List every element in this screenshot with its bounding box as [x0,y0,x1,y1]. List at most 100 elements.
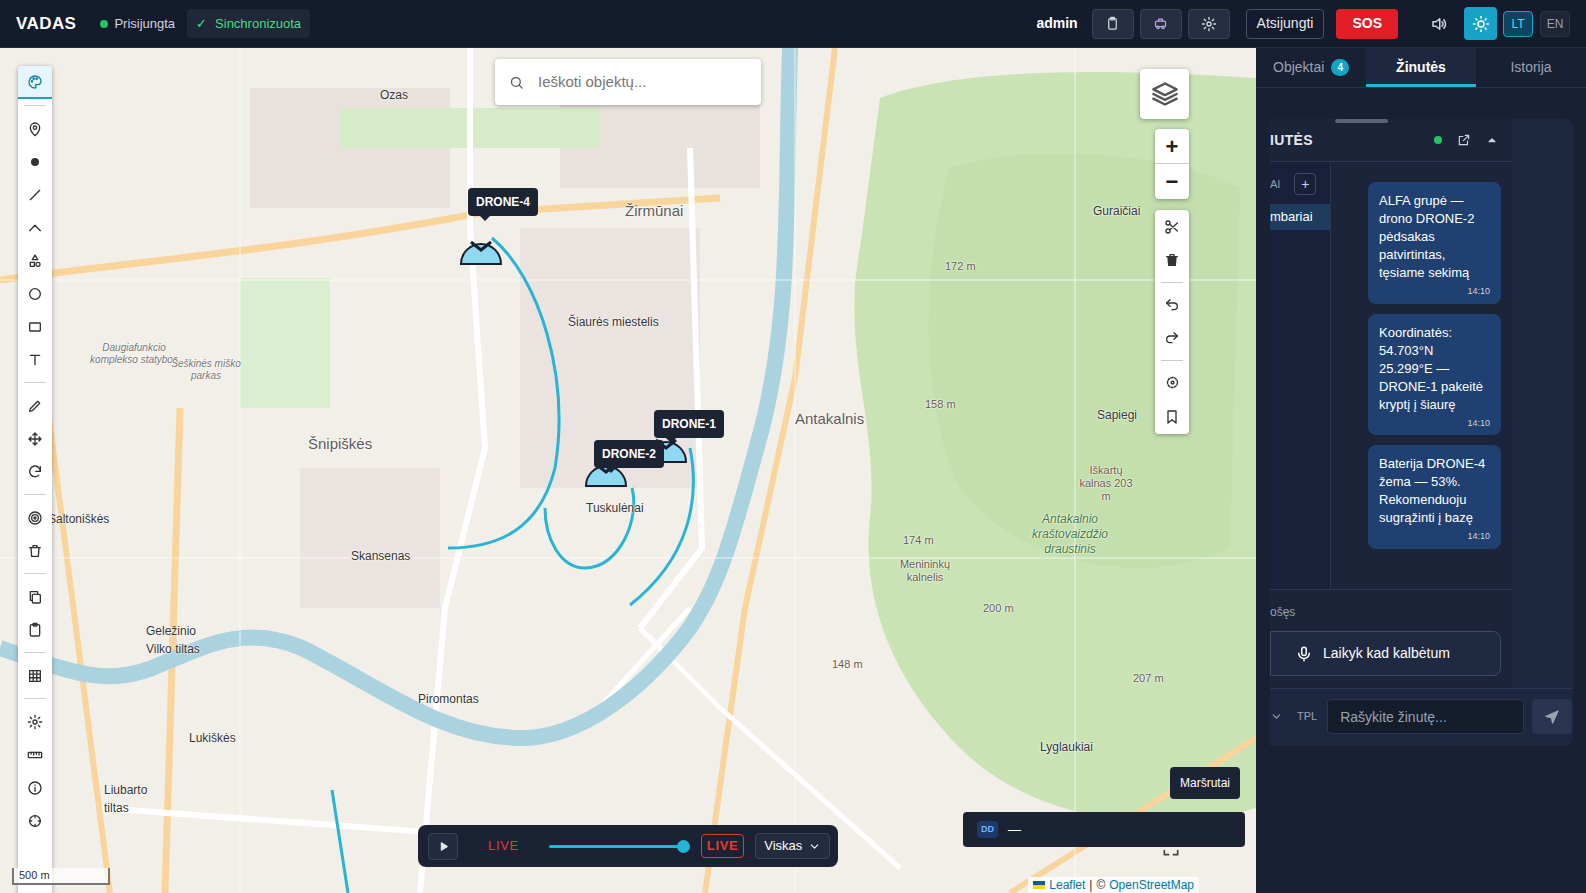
copy-tool[interactable] [18,580,52,613]
ruler-tool[interactable] [18,738,52,771]
logout-button[interactable]: Atsijungti [1246,9,1325,39]
message-bubble: Baterija DRONE-4 žema — 53%. Rekomenduoj… [1368,445,1501,549]
map-label: 174 m [903,534,934,547]
pin-tool[interactable] [18,112,52,145]
channel-list: AI + mbariai [1270,162,1331,589]
push-to-talk-button[interactable]: Laikyk kad kalbėtum [1270,631,1501,676]
grid-tool[interactable] [18,659,52,692]
play-button[interactable] [428,833,458,860]
message-time: 14:10 [1467,530,1490,544]
leaflet-link[interactable]: Leaflet [1049,876,1085,893]
polyline-icon [27,220,43,236]
map-label: Tuskulėnai [586,499,644,517]
layers-button[interactable] [1140,69,1189,119]
drone-label[interactable]: DRONE-2 [594,440,664,468]
sos-button[interactable]: SOS [1336,9,1398,39]
search-box[interactable] [495,59,761,105]
panel-tab[interactable]: Istorija [1476,48,1586,87]
label-pointer [480,216,490,221]
sun-icon [1472,15,1490,33]
collapse-button[interactable] [1485,133,1499,147]
palette-tool[interactable] [18,66,52,99]
circle-icon [27,286,43,302]
map-label: Skansenas [351,547,410,565]
info-icon [27,780,43,796]
bookmark-button[interactable] [1155,399,1189,434]
settings-button[interactable] [1188,9,1230,39]
scissors-icon [1164,219,1180,235]
message-input[interactable] [1327,699,1524,734]
map[interactable]: OzasŽirmūnaiŠiaurės miestelisŠnipiškėsAn… [0,48,1256,893]
popout-button[interactable] [1457,133,1471,147]
sound-button[interactable] [1430,15,1448,33]
delete-button[interactable] [1155,243,1189,276]
speaker-icon [1430,15,1448,33]
shapes-tool[interactable] [18,244,52,277]
trash-tool[interactable] [18,534,52,567]
search-input[interactable] [538,71,761,94]
language-button[interactable]: EN [1540,11,1570,37]
drag-handle[interactable] [1335,119,1388,123]
drone-marker[interactable] [458,230,504,266]
panel-tab[interactable]: Objektai4 [1256,48,1366,87]
compass-tool[interactable] [18,804,52,837]
live-button[interactable]: LIVE [701,834,745,858]
theme-button[interactable] [1464,7,1497,40]
panel-tab[interactable]: Žinutės [1366,48,1476,87]
rotate-tool[interactable] [18,455,52,488]
filter-select[interactable]: Viskas [755,833,830,859]
info-tool[interactable] [18,771,52,804]
map-label: Šiaurės miestelis [568,313,659,331]
gear-tool[interactable] [18,705,52,738]
paste-tool[interactable] [18,613,52,646]
zoom-in-button[interactable]: + [1155,129,1189,164]
channel-item[interactable]: mbariai [1270,204,1330,230]
pencil-tool[interactable] [18,389,52,422]
timeline-track[interactable] [549,845,683,848]
separator-line [24,382,46,383]
add-channel-button[interactable]: + [1294,173,1316,195]
attribution: Leaflet | © OpenStreetMap [1028,877,1199,893]
template-toggle[interactable] [1270,710,1283,723]
text-tool[interactable] [18,343,52,376]
notes-button[interactable] [1092,9,1134,39]
undo-button[interactable] [1155,288,1189,321]
chat-title: IUTĖS [1270,130,1313,151]
drone-label[interactable]: DRONE-4 [468,188,538,216]
chat-header: IUTĖS [1270,119,1513,162]
polyline-tool[interactable] [18,211,52,244]
move-tool[interactable] [18,422,52,455]
cut-button[interactable] [1155,210,1189,243]
zoom-out-button[interactable]: − [1155,164,1189,199]
message-text: Koordinatės: 54.703°N 25.299°E — DRONE-1… [1379,324,1490,414]
target-tool[interactable] [18,501,52,534]
timeline-fill [549,845,683,848]
osm-link[interactable]: OpenStreetMap [1109,876,1194,893]
circle-tool[interactable] [18,277,52,310]
send-button[interactable] [1532,699,1572,734]
push-to-talk-label: Laikyk kad kalbėtum [1323,643,1450,664]
connection-status: Prisijungta [100,14,175,34]
message-bubble: ALFA grupė — drono DRONE-2 pėdsakas patv… [1368,182,1501,304]
map-label: 207 m [1133,672,1164,685]
caret-up-icon [1485,133,1499,147]
voice-label: ošęs [1270,603,1513,621]
routes-tooltip: Maršrutai [1170,767,1240,799]
label-pointer [606,468,616,473]
rect-tool[interactable] [18,310,52,343]
toolbar-separator [18,99,52,112]
dot-tool[interactable] [18,145,52,178]
redo-button[interactable] [1155,321,1189,354]
coords-format[interactable]: DD [977,821,998,839]
vehicles-button[interactable] [1140,9,1182,39]
timeline: LIVE LIVE Viskas [418,825,838,867]
locate-button[interactable] [1155,366,1189,399]
timeline-knob[interactable] [677,840,690,853]
drone-label[interactable]: DRONE-1 [654,410,724,438]
template-button[interactable]: TPL [1297,708,1317,725]
shapes-icon [27,253,43,269]
map-label: Menininkų kalnelis [886,558,964,584]
panel-tabs: Objektai4ŽinutėsIstorija [1256,48,1586,88]
language-button[interactable]: LT [1503,11,1533,37]
line-tool[interactable] [18,178,52,211]
